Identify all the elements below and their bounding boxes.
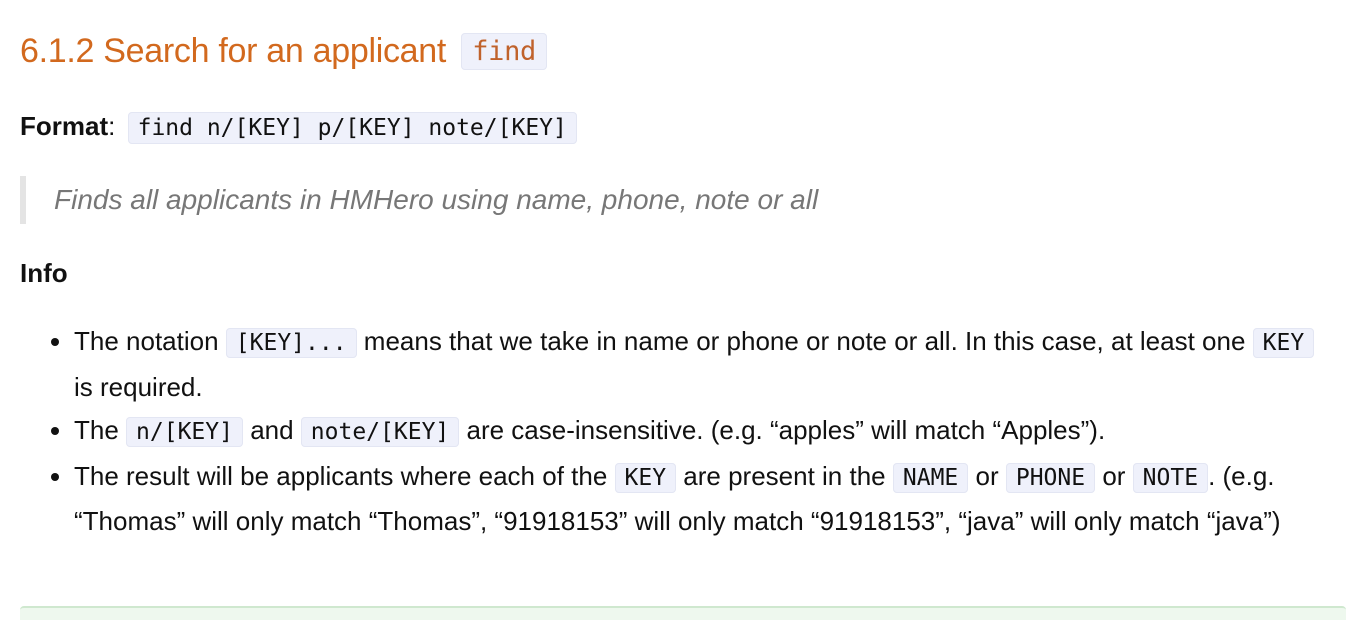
info-text: or xyxy=(968,460,1006,491)
inline-code: NOTE xyxy=(1132,462,1209,493)
info-list: The notation [KEY]... means that we take… xyxy=(20,320,1338,544)
inline-code: NAME xyxy=(892,462,969,493)
info-text: are present in the xyxy=(676,460,893,491)
info-text: is required. xyxy=(74,371,203,402)
info-list-item: The result will be applicants where each… xyxy=(74,455,1338,544)
format-line: Format: find n/[KEY] p/[KEY] note/[KEY] xyxy=(20,106,577,148)
section-heading: 6.1.2 Search for an applicant find xyxy=(20,28,548,75)
format-syntax-code: find n/[KEY] p/[KEY] note/[KEY] xyxy=(127,112,577,144)
info-text: or xyxy=(1095,460,1133,491)
info-text: are case-insensitive. (e.g. “apples” wil… xyxy=(459,415,1106,446)
inline-code: n/[KEY] xyxy=(126,417,243,448)
format-label: Format xyxy=(20,111,109,141)
inline-code: KEY xyxy=(614,462,677,493)
info-text: means that we take in name or phone or n… xyxy=(356,326,1253,356)
info-text: The result will be applicants where each… xyxy=(74,460,615,491)
description-blockquote: Finds all applicants in HMHero using nam… xyxy=(20,176,1254,224)
inline-code: PHONE xyxy=(1005,462,1096,493)
inline-code: [KEY]... xyxy=(225,328,357,358)
command-code: find xyxy=(461,33,548,70)
next-callout-box-edge xyxy=(20,606,1346,620)
info-heading: Info xyxy=(20,258,68,288)
info-list-item: The n/[KEY] and note/[KEY] are case-inse… xyxy=(74,409,1338,455)
description-text: Finds all applicants in HMHero using nam… xyxy=(54,184,819,215)
info-list-item: The notation [KEY]... means that we take… xyxy=(74,320,1338,409)
section-title-text: 6.1.2 Search for an applicant xyxy=(20,32,447,70)
format-separator: : xyxy=(108,111,116,141)
inline-code: note/[KEY] xyxy=(300,417,460,448)
inline-code: KEY xyxy=(1252,328,1315,358)
info-text: and xyxy=(242,415,301,446)
info-text: The xyxy=(74,415,127,446)
info-text: The notation xyxy=(74,326,226,356)
